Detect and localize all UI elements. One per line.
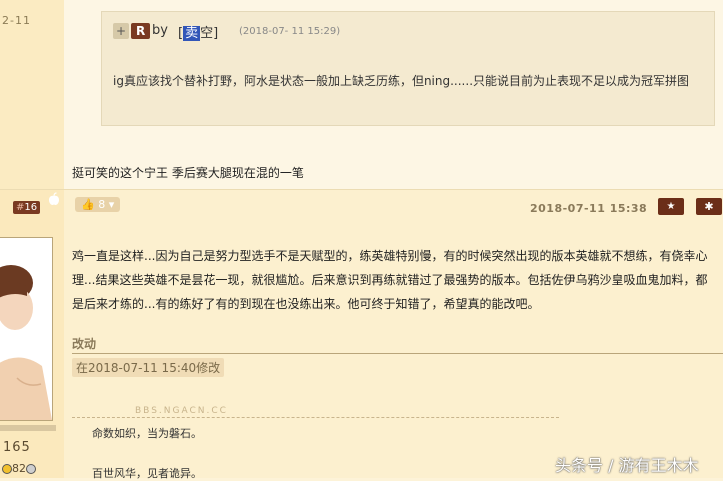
vote-pill[interactable]: 👍 8 ▾ <box>75 197 121 212</box>
thumbs-up-icon[interactable]: 👍 <box>81 198 95 211</box>
edit-divider <box>72 353 723 354</box>
author-highlight: 卖 <box>183 26 201 41</box>
coin-count: 82 <box>12 462 26 475</box>
post-date: 2018-07-11 15:38 <box>530 202 648 215</box>
quote-by-label: by <box>152 23 168 38</box>
signature-line: 百世风华，见者诡异。 <box>92 467 202 480</box>
author-column <box>0 0 64 190</box>
quote-plus-button[interactable]: + <box>113 23 130 39</box>
settings-gear-button[interactable]: ✱ <box>696 198 722 215</box>
avatar-level-bar <box>0 425 56 431</box>
gold-coin-icon <box>2 464 12 474</box>
floor-number-badge[interactable]: #16 <box>13 201 41 214</box>
post-text: 鸡一直是这样...因为自己是努力型选手不是天赋型的，练英雄特别慢，有的时候突然出… <box>72 249 708 311</box>
site-watermark: 头条号 / 游有王木木 <box>555 456 699 475</box>
silver-coin-icon <box>26 464 36 474</box>
quote-date: (2018-07- 11 15:29) <box>239 26 341 37</box>
signature-divider <box>72 417 559 418</box>
avatar[interactable] <box>0 237 53 421</box>
edit-timestamp-badge: 在2018-07-11 15:40修改 <box>72 358 225 377</box>
quote-text: ig真应该找个替补打野，阿水是状态一般加上缺乏历练，但ning......只能说… <box>113 74 690 88</box>
thumbs-down-icon[interactable]: ▾ <box>109 198 115 211</box>
quote-reply-badge[interactable]: R <box>131 23 151 39</box>
edit-section-title: 改动 <box>72 337 97 351</box>
post-date-fragment: 2-11 <box>2 14 31 27</box>
coin-row: 82 <box>2 462 36 475</box>
quote-author-link[interactable]: [卖空] <box>178 22 218 41</box>
star-button[interactable]: ★ <box>658 198 684 215</box>
signature-watermark: BBS.NGACN.CC <box>135 406 228 416</box>
author-number: 165 <box>3 440 31 455</box>
vote-count: 8 <box>98 198 106 211</box>
reply-text: 挺可笑的这个宁王 季后赛大腿现在混的一笔 <box>72 166 304 180</box>
apple-icon <box>49 192 59 205</box>
quote-box: + R by [卖空] (2018-07- 11 15:29) ig真应该找个替… <box>101 11 715 126</box>
signature-line: 命数如织，当为磐石。 <box>92 427 202 440</box>
